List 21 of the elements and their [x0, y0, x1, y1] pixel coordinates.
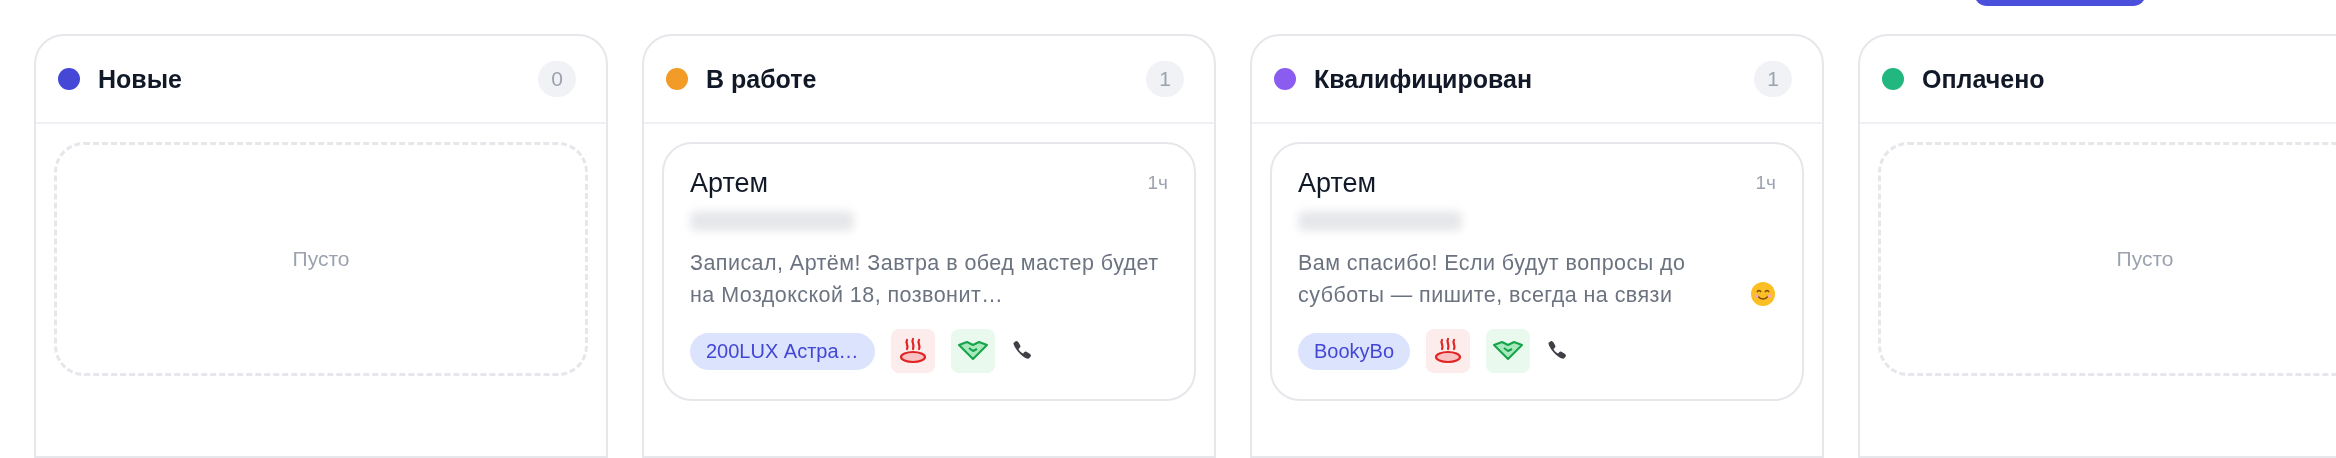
- empty-text: Пусто: [2116, 247, 2174, 271]
- column-title: Квалифицирован: [1314, 64, 1534, 94]
- count-badge: 0: [538, 61, 576, 97]
- count-badge: 1: [1146, 61, 1184, 97]
- hot-springs-icon: [890, 329, 935, 373]
- empty-text: Пусто: [292, 247, 350, 271]
- time-ago: 1ч: [1755, 172, 1776, 194]
- last-message: Вам спасибо! Если будут вопросы до субботы — пишите, всегда на связи: [1298, 250, 1687, 309]
- lead-name: Артем: [1298, 168, 1377, 199]
- column-title: Новые: [98, 64, 183, 94]
- lead-card[interactable]: Артем 1ч Записал, Артём! Завтра в обед мастер будет на Моздокской 18, позвонит… 200LUX Астра…: [662, 142, 1196, 401]
- hot-springs-icon: [1426, 329, 1471, 373]
- time-ago: 1ч: [1147, 172, 1168, 194]
- source-tag: BookyBo: [1298, 332, 1411, 370]
- count-badge: 1: [1754, 61, 1792, 97]
- lead-name: Артем: [690, 168, 769, 199]
- column-title: Оплачено: [1922, 64, 2046, 94]
- column-title: В работе: [706, 64, 818, 94]
- last-message: Записал, Артём! Завтра в обед мастер будет на Моздокской 18, позвонит…: [690, 250, 1160, 309]
- source-tag: 200LUX Астра…: [690, 332, 875, 370]
- lead-card[interactable]: Артем 1ч Вам спасибо! Если будут вопросы до субботы — пишите, всегда на связи BookyBo: [1270, 142, 1804, 401]
